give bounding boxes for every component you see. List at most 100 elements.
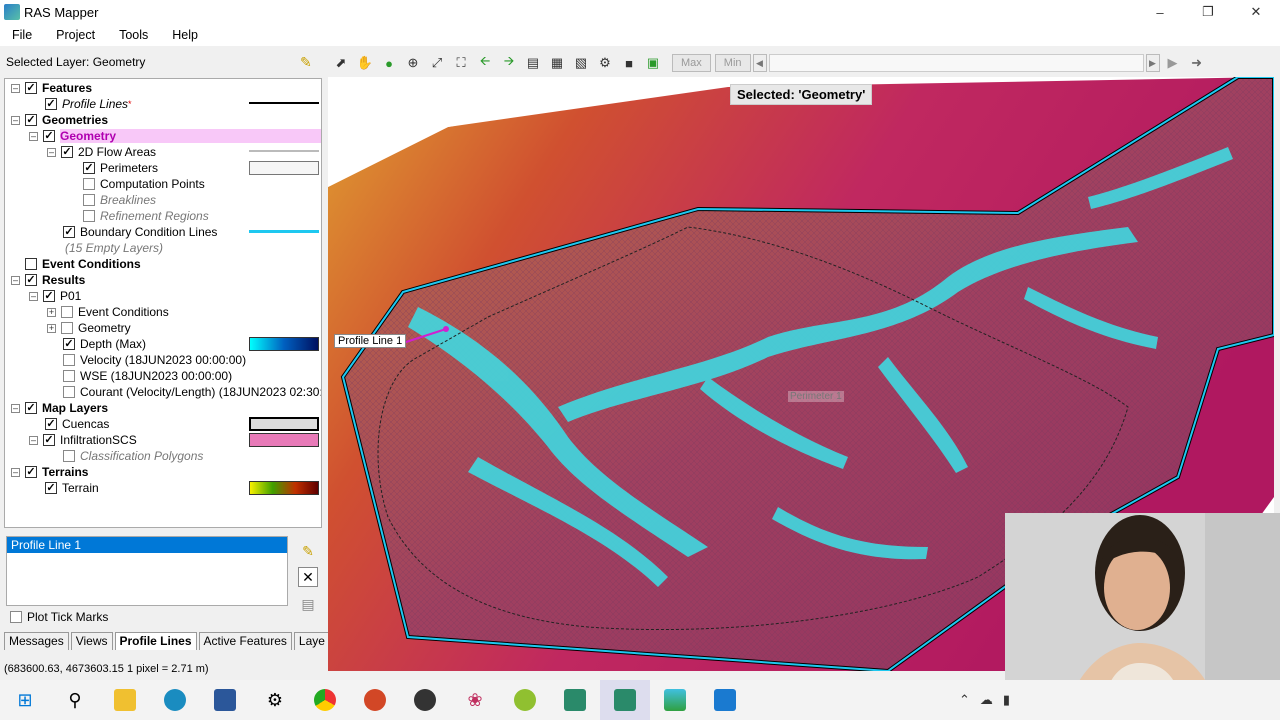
app-icon[interactable]: [400, 680, 450, 720]
tab-messages[interactable]: Messages: [4, 632, 69, 650]
tree-p01-event-conditions[interactable]: + Event Conditions: [47, 304, 169, 320]
checkbox-checked[interactable]: ✓: [83, 162, 95, 174]
expand-icon[interactable]: +: [47, 323, 56, 333]
tab-layers[interactable]: Laye: [293, 632, 330, 650]
plot-tick-marks-option[interactable]: Plot Tick Marks: [10, 610, 108, 624]
tree-profile-lines[interactable]: ✓ Profile Lines *: [45, 96, 132, 112]
checkbox-unchecked[interactable]: [63, 370, 75, 382]
checkbox-unchecked[interactable]: [83, 210, 95, 222]
collapse-icon[interactable]: –: [11, 115, 20, 125]
tab-active-features[interactable]: Active Features: [198, 632, 292, 650]
checkbox-checked[interactable]: ✓: [25, 114, 37, 126]
ras-icon[interactable]: [550, 680, 600, 720]
tree-infiltration[interactable]: – ✓ InfiltrationSCS: [29, 432, 137, 448]
measure-icon[interactable]: ▤: [522, 53, 544, 73]
checkbox-checked[interactable]: ✓: [63, 226, 75, 238]
tab-views[interactable]: Views: [70, 632, 113, 650]
tree-2d-flow-areas[interactable]: – ✓ 2D Flow Areas: [47, 144, 156, 160]
checkbox-unchecked[interactable]: [63, 450, 75, 462]
collapse-icon[interactable]: –: [11, 83, 20, 93]
tree-terrains[interactable]: – ✓ Terrains: [11, 464, 88, 480]
tree-wse[interactable]: WSE (18JUN2023 00:00:00): [63, 368, 232, 384]
collapse-icon[interactable]: –: [11, 275, 20, 285]
3d-view-icon[interactable]: ▣: [642, 53, 664, 73]
chart-icon[interactable]: ▦: [546, 53, 568, 73]
collapse-icon[interactable]: –: [29, 435, 38, 445]
tree-p01-geometry[interactable]: + Geometry: [47, 320, 131, 336]
restore-icon[interactable]: ❐: [1184, 0, 1232, 24]
tree-geometries[interactable]: – ✓ Geometries: [11, 112, 108, 128]
profile-lines-list[interactable]: Profile Line 1: [6, 536, 288, 606]
tree-map-layers[interactable]: – ✓ Map Layers: [11, 400, 108, 416]
chrome-icon[interactable]: [300, 680, 350, 720]
tree-velocity[interactable]: Velocity (18JUN2023 00:00:00): [63, 352, 246, 368]
edit-pencil-icon[interactable]: ✎: [300, 54, 316, 70]
tree-computation-points[interactable]: Computation Points: [83, 176, 205, 192]
word-icon[interactable]: [200, 680, 250, 720]
time-slider-left-icon[interactable]: ◀: [752, 54, 767, 72]
checkbox-unchecked[interactable]: [61, 322, 73, 334]
time-slider[interactable]: [768, 54, 1144, 72]
menu-help[interactable]: Help: [160, 28, 210, 42]
ras-icon[interactable]: [600, 680, 650, 720]
tool-icon[interactable]: ⚙: [594, 53, 616, 73]
plot-icon[interactable]: ▤: [298, 594, 318, 614]
play-icon[interactable]: ▶: [1162, 53, 1184, 73]
checkbox-unchecked[interactable]: [61, 306, 73, 318]
checkbox-unchecked[interactable]: [63, 354, 75, 366]
tree-results[interactable]: – ✓ Results: [11, 272, 85, 288]
checkbox-checked[interactable]: ✓: [43, 434, 55, 446]
menu-tools[interactable]: Tools: [107, 28, 160, 42]
collapse-icon[interactable]: –: [29, 291, 38, 301]
tree-depth-max[interactable]: ✓ Depth (Max): [63, 336, 146, 352]
windows-start-icon[interactable]: ⊞: [0, 680, 50, 720]
checkbox-unchecked[interactable]: [83, 194, 95, 206]
photos-icon[interactable]: [700, 680, 750, 720]
checkbox-checked[interactable]: ✓: [25, 82, 37, 94]
tree-courant[interactable]: Courant (Velocity/Length) (18JUN2023 02:…: [63, 384, 321, 400]
chevron-up-icon[interactable]: ⌃: [959, 692, 970, 708]
battery-icon[interactable]: ▮: [1003, 692, 1010, 708]
tab-profile-lines[interactable]: Profile Lines: [114, 632, 197, 650]
checkbox-unchecked[interactable]: [83, 178, 95, 190]
tree-p01[interactable]: – ✓ P01: [29, 288, 81, 304]
forward-arrow-icon[interactable]: 🡪: [498, 53, 520, 73]
back-arrow-icon[interactable]: 🡨: [474, 53, 496, 73]
globe-icon[interactable]: ●: [378, 53, 400, 73]
checkbox-checked[interactable]: ✓: [25, 402, 37, 414]
menu-file[interactable]: File: [0, 28, 44, 42]
expand-icon[interactable]: +: [47, 307, 56, 317]
tree-classification-polygons[interactable]: Classification Polygons: [63, 448, 203, 464]
checkbox-checked[interactable]: ✓: [25, 466, 37, 478]
checkbox-unchecked[interactable]: [10, 611, 22, 623]
tree-refinement-regions[interactable]: Refinement Regions: [83, 208, 209, 224]
tree-perimeters[interactable]: ✓ Perimeters: [83, 160, 158, 176]
menu-project[interactable]: Project: [44, 28, 107, 42]
settings-icon[interactable]: ⚙: [250, 680, 300, 720]
full-extent-icon[interactable]: ⛶: [450, 53, 472, 73]
max-button[interactable]: Max: [672, 54, 711, 72]
tree-terrain[interactable]: ✓ Terrain: [45, 480, 99, 496]
checkbox-checked[interactable]: ✓: [45, 418, 57, 430]
tree-features[interactable]: – ✓ Features: [11, 80, 92, 96]
cloud-icon[interactable]: ☁: [980, 692, 993, 708]
checkbox-checked[interactable]: ✓: [45, 98, 57, 110]
tree-empty-layers[interactable]: (15 Empty Layers): [65, 240, 163, 256]
pointer-icon[interactable]: ⬈: [330, 53, 352, 73]
profile-line-label[interactable]: Profile Line 1: [334, 334, 407, 348]
collapse-icon[interactable]: –: [11, 467, 20, 477]
grid-icon[interactable]: ▧: [570, 53, 592, 73]
app-icon[interactable]: [650, 680, 700, 720]
collapse-icon[interactable]: –: [47, 147, 56, 157]
edit-pencil-icon[interactable]: ✎: [298, 541, 318, 561]
checkbox-checked[interactable]: ✓: [25, 274, 37, 286]
file-explorer-icon[interactable]: [100, 680, 150, 720]
collapse-icon[interactable]: –: [11, 403, 20, 413]
checkbox-unchecked[interactable]: [25, 258, 37, 270]
checkbox-unchecked[interactable]: [63, 386, 75, 398]
minimize-icon[interactable]: –: [1136, 0, 1184, 24]
checkbox-checked[interactable]: ✓: [61, 146, 73, 158]
tree-breaklines[interactable]: Breaklines: [83, 192, 156, 208]
tree-event-conditions[interactable]: Event Conditions: [25, 256, 141, 272]
delete-icon[interactable]: ✕: [298, 567, 318, 587]
